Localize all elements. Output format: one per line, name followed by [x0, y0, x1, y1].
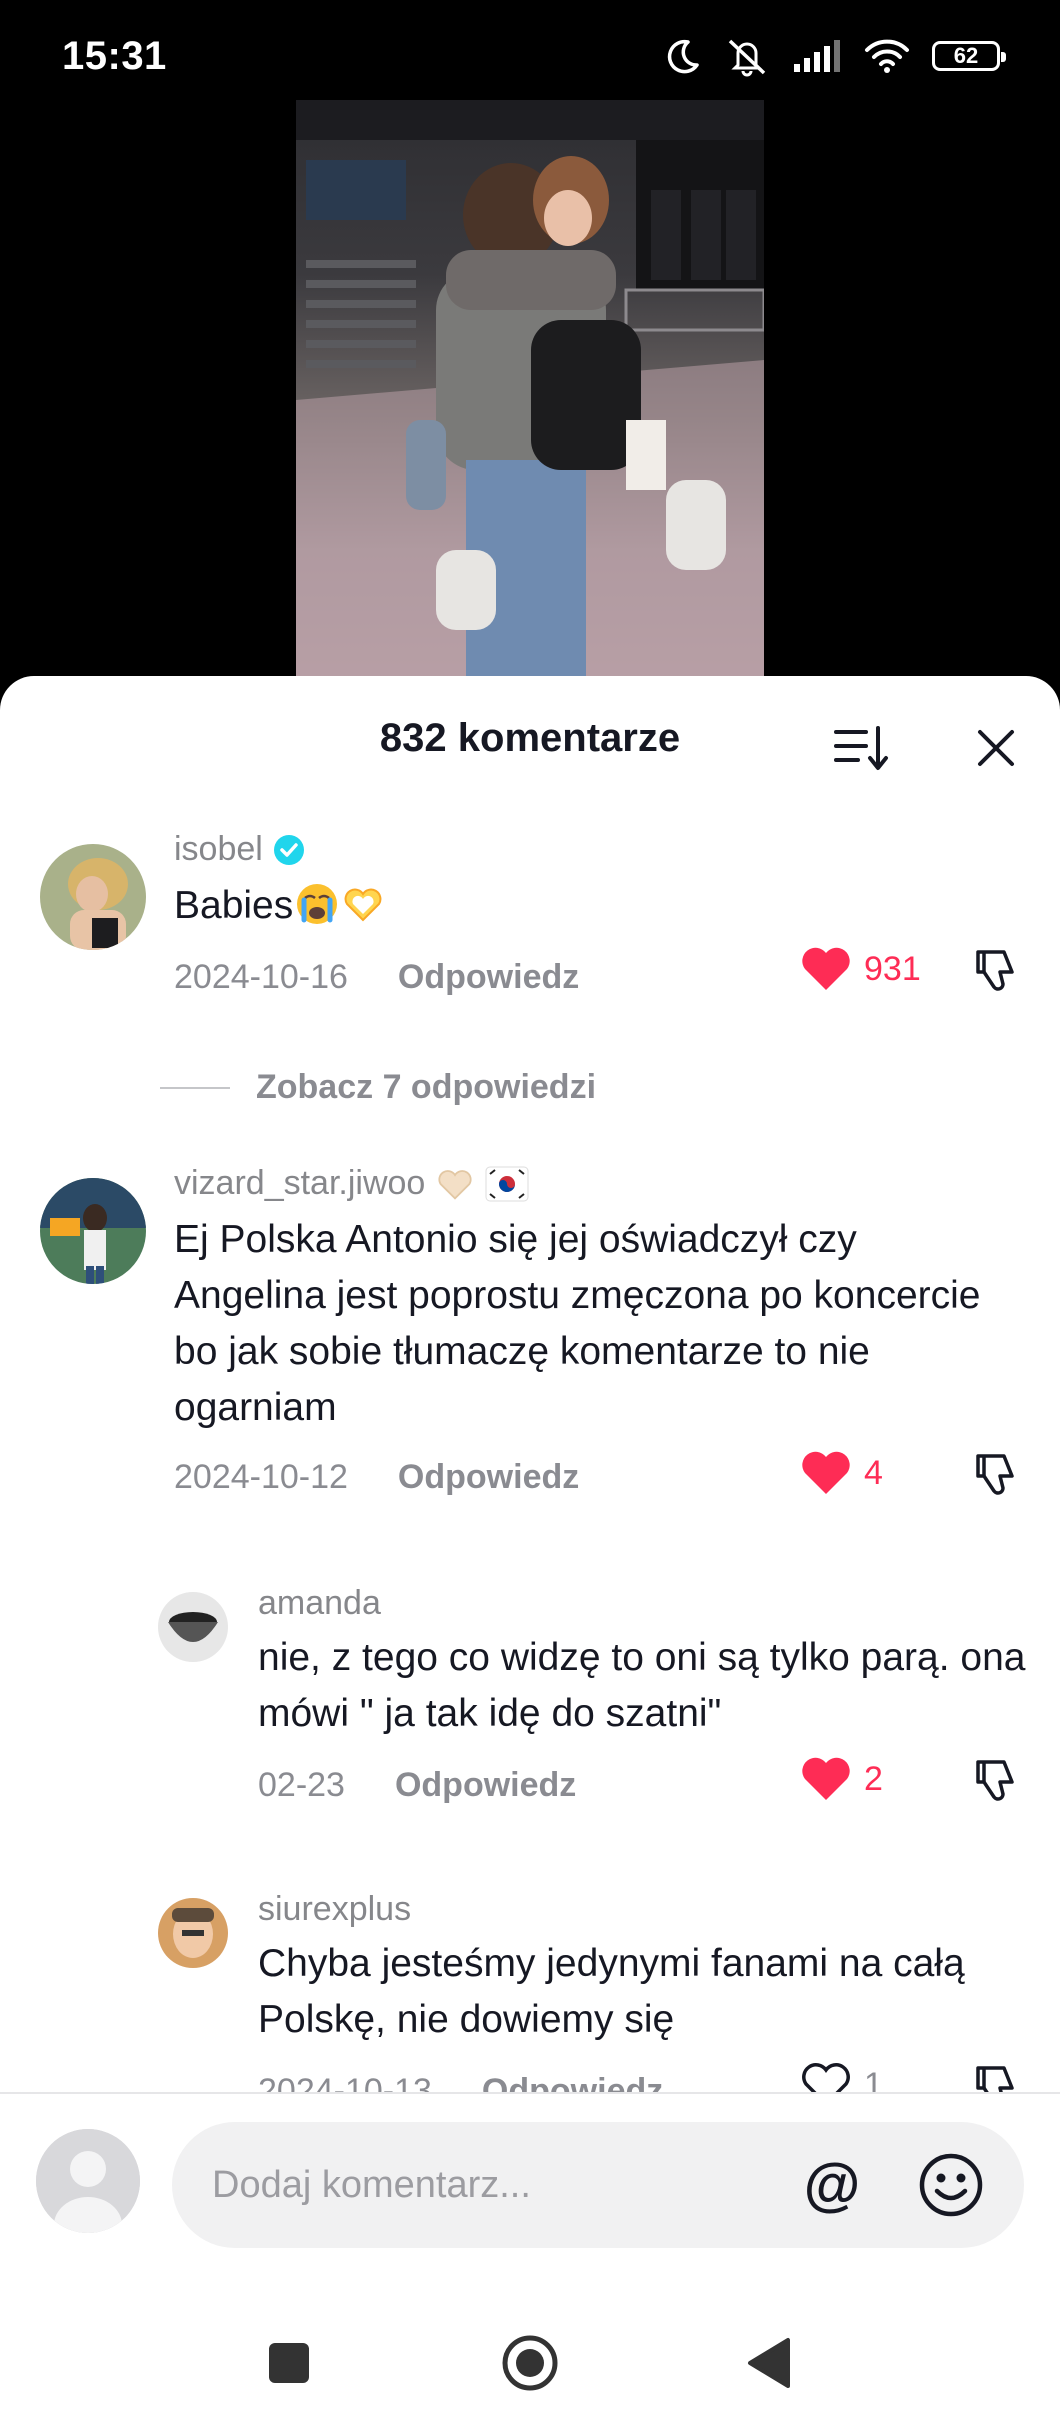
comment-date: 2024-10-13 — [258, 2072, 432, 2092]
reply-button[interactable]: Odpowiedz — [398, 958, 579, 997]
like-button[interactable]: 2 — [800, 1756, 883, 1802]
view-replies-button[interactable]: Zobacz 7 odpowiedzi — [160, 1068, 596, 1107]
avatar[interactable] — [40, 1178, 146, 1284]
bell-muted-icon — [728, 39, 766, 77]
loudly-crying-face-icon — [297, 884, 338, 924]
avatar[interactable] — [158, 1592, 228, 1662]
comment-date: 02-23 — [258, 1766, 345, 1804]
heart-hands-icon — [438, 1169, 472, 1200]
comment-input[interactable] — [212, 2122, 772, 2248]
comments-sheet: 832 komentarze isobel Babies 2024-10-16 … — [0, 676, 1060, 2414]
username-text: siurexplus — [258, 1890, 412, 1928]
like-button[interactable]: 931 — [800, 946, 921, 992]
signal-icon — [794, 40, 840, 72]
comment-meta: 2024-10-16 Odpowiedz — [174, 958, 579, 997]
username-text: vizard_star.jiwoo — [174, 1164, 426, 1202]
reply-button[interactable]: Odpowiedz — [482, 2072, 663, 2092]
battery-level: 62 — [953, 43, 979, 68]
divider-line — [160, 1086, 230, 1089]
comment-meta: 02-23 Odpowiedz — [258, 1766, 576, 1805]
heart-filled-icon — [802, 947, 850, 990]
home-button[interactable] — [495, 2328, 565, 2398]
comment-date: 2024-10-12 — [174, 1458, 348, 1496]
status-icons: 62 — [662, 34, 1006, 78]
comment-text: Ej Polska Antonio się jej oświadczył czy… — [174, 1218, 981, 1429]
smiley-icon[interactable] — [918, 2152, 984, 2218]
comment-date: 2024-10-16 — [174, 958, 348, 996]
avatar[interactable] — [40, 844, 146, 950]
verified-badge-icon — [273, 834, 304, 865]
like-count: 931 — [864, 949, 921, 988]
like-count: 4 — [864, 1453, 883, 1492]
moon-icon — [667, 39, 699, 74]
comment-text-body: Babies — [174, 884, 294, 927]
avatar[interactable] — [158, 1898, 228, 1968]
view-replies-label: Zobacz 7 odpowiedzi — [256, 1068, 597, 1106]
recents-button[interactable] — [254, 2328, 324, 2398]
username-text: isobel — [174, 830, 263, 868]
comment-text: nie, z tego co widzę to oni są tylko par… — [258, 1636, 1026, 1735]
comment-composer: @ — [172, 2122, 1024, 2248]
system-navigation-bar — [0, 2316, 1060, 2414]
status-bar: 15:31 62 — [0, 0, 1060, 110]
back-button[interactable] — [736, 2328, 806, 2398]
heart-filled-icon — [802, 1757, 850, 1800]
dislike-icon[interactable] — [970, 1756, 1022, 1808]
video-thumbnail[interactable] — [296, 100, 764, 680]
like-count: 1 — [864, 2065, 883, 2093]
comment-username[interactable]: isobel — [174, 830, 305, 869]
composer-divider — [0, 2092, 1060, 2094]
like-button[interactable]: 1 — [800, 2062, 883, 2092]
comment-text: Chyba jesteśmy jedynymi fanami na całą P… — [258, 1942, 965, 2041]
comment-meta: 2024-10-13 Odpowiedz — [258, 2072, 663, 2092]
comment-username[interactable]: siurexplus — [258, 1890, 411, 1929]
my-avatar — [36, 2129, 140, 2233]
status-time: 15:31 — [62, 34, 167, 78]
username-text: amanda — [258, 1584, 381, 1622]
like-count: 2 — [864, 1759, 883, 1798]
like-button[interactable]: 4 — [800, 1450, 883, 1496]
comment-username[interactable]: vizard_star.jiwoo — [174, 1164, 529, 1203]
comment-meta: 2024-10-12 Odpowiedz — [174, 1458, 579, 1497]
comments-list[interactable]: isobel Babies 2024-10-16 Odpowiedz 931 Z… — [0, 676, 1060, 2092]
wifi-icon — [865, 39, 909, 73]
mention-button[interactable]: @ — [800, 2154, 864, 2218]
dislike-icon[interactable] — [970, 2062, 1022, 2092]
south-korea-flag-icon — [485, 1166, 529, 1201]
reply-button[interactable]: Odpowiedz — [395, 1766, 576, 1805]
heart-hands-icon — [344, 888, 382, 922]
dislike-icon[interactable] — [970, 1450, 1022, 1502]
comment-username[interactable]: amanda — [258, 1584, 381, 1623]
comment-text: Babies — [174, 878, 994, 934]
battery-icon: 62 — [932, 41, 1006, 71]
dislike-icon[interactable] — [970, 946, 1022, 998]
heart-outline-icon — [802, 2063, 850, 2092]
heart-filled-icon — [802, 1451, 850, 1494]
reply-button[interactable]: Odpowiedz — [398, 1458, 579, 1497]
